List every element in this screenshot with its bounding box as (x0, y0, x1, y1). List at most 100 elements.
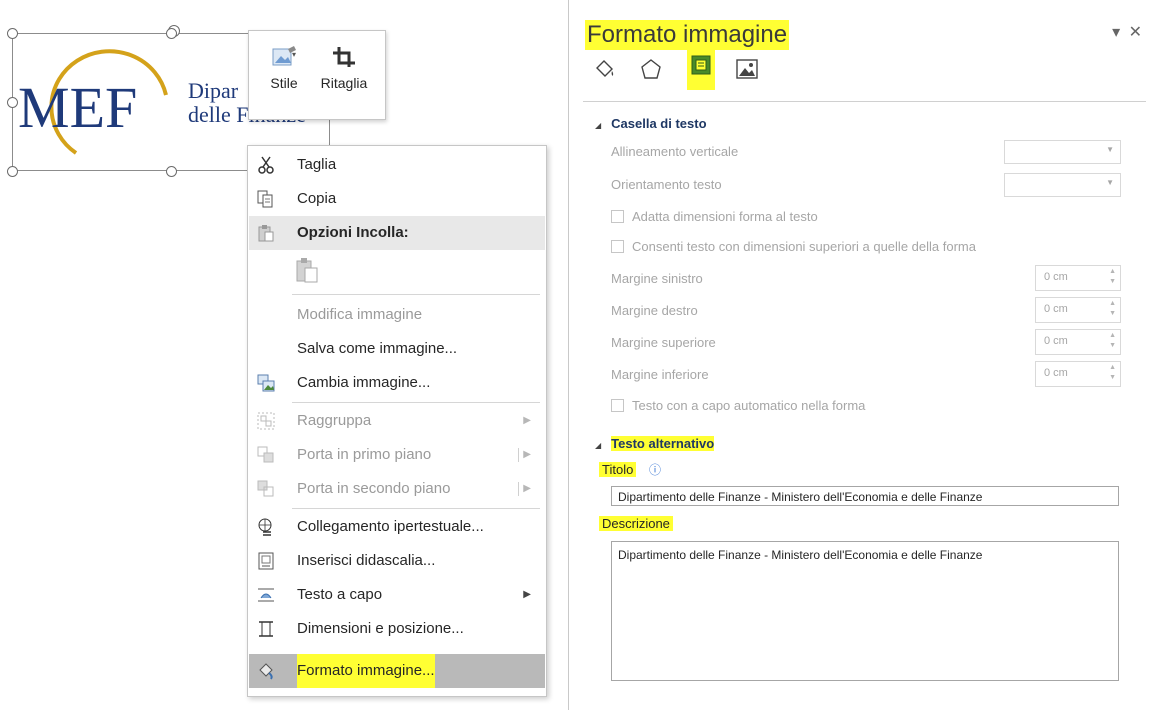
fill-line-tab[interactable] (591, 54, 619, 84)
menu-item-label: Cambia immagine... (297, 374, 431, 391)
collapse-triangle-icon: ◢ (595, 121, 602, 130)
effects-tab[interactable] (637, 54, 665, 84)
send-backward-icon (257, 480, 274, 497)
paste-icon (258, 225, 274, 242)
autofit-checkbox-row[interactable]: Adatta dimensioni forma al testo (611, 209, 818, 224)
menu-item-raggruppa[interactable]: Raggruppa ▶ (249, 404, 545, 438)
crop-label: Ritaglia (320, 75, 368, 91)
vertical-alignment-dropdown[interactable]: ▼ (1004, 140, 1121, 164)
menu-item-collegamento-ipertestuale[interactable]: Collegamento ipertestuale... (249, 510, 545, 544)
menu-item-taglia[interactable]: Taglia (249, 148, 545, 182)
chevron-down-icon: ▼ (1106, 145, 1114, 154)
resize-handle-top[interactable] (166, 28, 177, 39)
split-divider (518, 482, 519, 496)
size-position-icon (259, 621, 273, 637)
format-picture-icon (259, 663, 273, 680)
text-direction-dropdown[interactable]: ▼ (1004, 173, 1121, 197)
margin-top-label: Margine superiore (611, 335, 716, 350)
menu-item-label: Modifica immagine (297, 306, 423, 323)
layout-properties-tab[interactable] (687, 50, 715, 90)
paste-option-button[interactable] (249, 252, 545, 290)
menu-item-label: Opzioni Incolla: (297, 224, 409, 241)
close-icon[interactable]: ✕ (1129, 24, 1142, 41)
pane-controls[interactable]: ▾ ✕ (1112, 22, 1142, 42)
collapse-triangle-icon: ◢ (595, 441, 602, 450)
margin-left-spinner[interactable]: 0 cm ▲ ▼ (1035, 265, 1121, 291)
wrap-checkbox[interactable] (611, 399, 624, 412)
crop-button[interactable]: Ritaglia (317, 39, 371, 111)
copy-icon (257, 190, 273, 208)
margin-left-label: Margine sinistro (611, 271, 703, 286)
alt-title-input[interactable]: Dipartimento delle Finanze - Ministero d… (611, 486, 1119, 506)
change-picture-icon (257, 374, 275, 392)
mini-toolbar: ▾ Stile Ritaglia (248, 30, 386, 120)
format-picture-pane: Formato immagine ▾ ✕ ◢Casella di testo (569, 0, 1150, 710)
margin-top-spinner[interactable]: 0 cm ▲ ▼ (1035, 329, 1121, 355)
menu-item-label: Copia (297, 190, 337, 207)
spinner-arrows-icon[interactable]: ▲ ▼ (1109, 267, 1116, 287)
spinner-arrows-icon[interactable]: ▲ ▼ (1109, 299, 1116, 319)
menu-item-salva-come-immagine[interactable]: Salva come immagine... (249, 332, 545, 366)
spinner-arrows-icon[interactable]: ▲ ▼ (1109, 363, 1116, 383)
menu-separator (292, 294, 540, 295)
margin-right-spinner[interactable]: 0 cm ▲ ▼ (1035, 297, 1121, 323)
pane-options-icon[interactable]: ▾ (1112, 24, 1120, 41)
submenu-arrow-icon[interactable]: ▶ (523, 438, 531, 472)
margin-bottom-value: 0 cm (1044, 367, 1068, 379)
mef-logo-text: MEF (18, 75, 137, 140)
autofit-label: Adatta dimensioni forma al testo (632, 209, 818, 224)
text-direction-label: Orientamento testo (611, 177, 722, 192)
menu-item-testo-a-capo[interactable]: Testo a capo ▶ (249, 578, 545, 612)
resize-handle-bottom[interactable] (166, 166, 177, 177)
autofit-checkbox[interactable] (611, 210, 624, 223)
picture-tab[interactable] (733, 54, 761, 84)
style-button[interactable]: ▾ Stile (257, 39, 311, 111)
scissors-icon (258, 156, 274, 174)
menu-separator (292, 402, 540, 403)
menu-item-copia[interactable]: Copia (249, 182, 545, 216)
pentagon-icon (641, 59, 661, 79)
alt-description-textarea[interactable]: Dipartimento delle Finanze - Ministero d… (611, 541, 1119, 681)
submenu-arrow-icon: ▶ (523, 415, 531, 426)
menu-item-label: Formato immagine... (297, 654, 435, 688)
menu-item-porta-in-secondo-piano[interactable]: Porta in secondo piano ▶ (249, 472, 545, 506)
spinner-arrows-icon[interactable]: ▲ ▼ (1109, 331, 1116, 351)
pane-title: Formato immagine (585, 20, 790, 50)
margin-bottom-spinner[interactable]: 0 cm ▲ ▼ (1035, 361, 1121, 387)
menu-item-label: Collegamento ipertestuale... (297, 518, 484, 535)
paste-option-icon (296, 258, 318, 283)
resize-handle-top-left[interactable] (7, 28, 18, 39)
menu-item-dimensioni-e-posizione[interactable]: Dimensioni e posizione... (249, 612, 545, 646)
submenu-arrow-icon: ▶ (523, 589, 531, 600)
resize-handle-bottom-left[interactable] (7, 166, 18, 177)
overflow-checkbox[interactable] (611, 240, 624, 253)
overflow-checkbox-row[interactable]: Consenti testo con dimensioni superiori … (611, 239, 976, 254)
menu-item-label: Porta in secondo piano (297, 480, 451, 497)
menu-item-porta-in-primo-piano[interactable]: Porta in primo piano ▶ (249, 438, 545, 472)
menu-separator (292, 508, 540, 509)
alt-text-section-header[interactable]: ◢ Testo alternativo (595, 436, 715, 451)
menu-item-cambia-immagine[interactable]: Cambia immagine... (249, 366, 545, 400)
submenu-arrow-icon[interactable]: ▶ (523, 472, 531, 506)
menu-item-formato-immagine[interactable]: Formato immagine... (249, 654, 545, 688)
menu-item-inserisci-didascalia[interactable]: Inserisci didascalia... (249, 544, 545, 578)
textbox-section-header[interactable]: ◢ Casella di testo (595, 116, 707, 131)
wrap-checkbox-row[interactable]: Testo con a capo automatico nella forma (611, 398, 865, 413)
paint-bucket-icon (596, 60, 614, 77)
resize-handle-left[interactable] (7, 97, 18, 108)
bring-forward-icon (257, 446, 274, 463)
wrap-label: Testo con a capo automatico nella forma (632, 398, 866, 413)
margin-bottom-label: Margine inferiore (611, 367, 709, 382)
chevron-down-icon: ▼ (1106, 178, 1114, 187)
style-label: Stile (270, 75, 298, 91)
menu-item-modifica-immagine[interactable]: Modifica immagine (249, 298, 545, 332)
style-icon: ▾ (272, 46, 296, 66)
context-menu: Taglia Copia Opzioni Incolla: Modifica i… (247, 145, 547, 697)
info-icon[interactable]: ⓘ (649, 461, 661, 478)
hyperlink-icon (258, 518, 272, 536)
menu-item-label: Dimensioni e posizione... (297, 620, 464, 637)
menu-item-label: Testo a capo (297, 586, 383, 603)
mef-logo: MEF (18, 49, 168, 155)
layout-properties-icon (691, 55, 711, 75)
menu-paste-options-header: Opzioni Incolla: (249, 216, 545, 250)
